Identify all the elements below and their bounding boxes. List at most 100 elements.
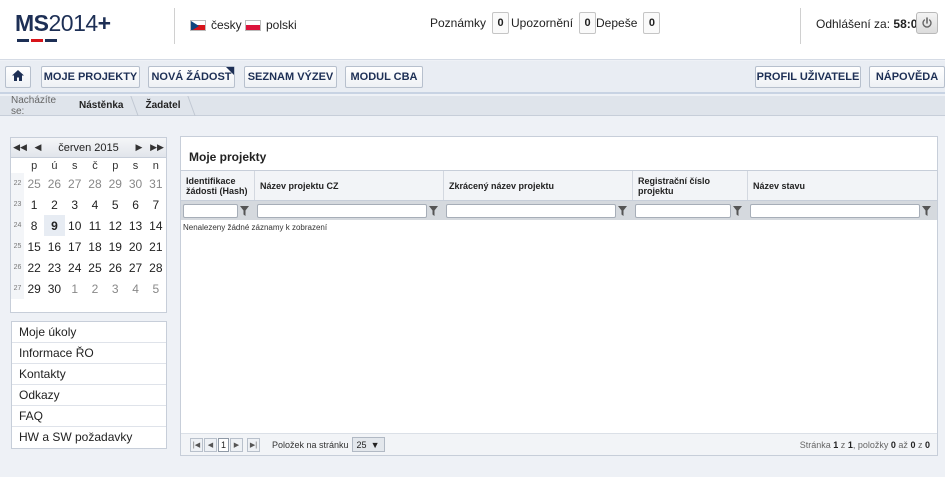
home-icon xyxy=(12,70,24,84)
column-header-project-name[interactable]: Název projektu CZ xyxy=(255,171,444,200)
menu-item-links[interactable]: Odkazy xyxy=(12,385,166,406)
calendar-day[interactable]: 31 xyxy=(146,173,166,194)
page-input[interactable]: 1 xyxy=(218,437,229,452)
calendar-week-row: 22 25 26 27 28 29 30 31 xyxy=(11,173,166,194)
calendar-day[interactable]: 12 xyxy=(105,215,125,236)
column-header-reg-number[interactable]: Registrační číslo projektu xyxy=(633,171,748,200)
logout-timer: Odhlášení za: 58:00 xyxy=(816,17,924,31)
nav-calls-list[interactable]: SEZNAM VÝZEV xyxy=(244,66,337,88)
nav-my-projects[interactable]: MOJE PROJEKTY xyxy=(41,66,140,88)
notes-counter[interactable]: Poznámky 0 xyxy=(430,12,510,34)
per-page-select[interactable]: 25 ▼ xyxy=(351,437,385,452)
calendar-day[interactable]: 15 xyxy=(24,236,44,257)
column-header-short-name[interactable]: Zkrácený název projektu xyxy=(444,171,633,200)
filter-input[interactable] xyxy=(257,203,427,218)
logo[interactable]: MS2014+ xyxy=(15,10,111,42)
filter-icon[interactable] xyxy=(920,204,933,218)
calendar-day[interactable]: 27 xyxy=(125,257,145,278)
calendar-day[interactable]: 24 xyxy=(65,257,85,278)
calendar-day[interactable]: 8 xyxy=(24,215,44,236)
filter-icon[interactable] xyxy=(731,204,744,218)
calendar-day[interactable]: 4 xyxy=(85,194,105,215)
calendar-day[interactable]: 13 xyxy=(125,215,145,236)
calendar-day[interactable]: 16 xyxy=(44,236,64,257)
breadcrumb-item-dashboard[interactable]: Nástěnka xyxy=(69,96,135,116)
menu-item-my-tasks[interactable]: Moje úkoly xyxy=(12,322,166,343)
calendar-day[interactable]: 25 xyxy=(85,257,105,278)
calendar-day[interactable]: 3 xyxy=(105,278,125,299)
last-page-icon[interactable]: ▶▶ xyxy=(148,142,166,153)
calendar-day[interactable]: 29 xyxy=(105,173,125,194)
next-month-icon[interactable]: ▶ xyxy=(130,142,148,153)
calendar-day[interactable]: 23 xyxy=(44,257,64,278)
calendar-day[interactable]: 25 xyxy=(24,173,44,194)
calendar-day[interactable]: 28 xyxy=(85,173,105,194)
menu-item-contacts[interactable]: Kontakty xyxy=(12,364,166,385)
calendar-day[interactable]: 22 xyxy=(24,257,44,278)
calendar-day[interactable]: 21 xyxy=(146,236,166,257)
calendar-day[interactable]: 2 xyxy=(85,278,105,299)
nav-user-profile[interactable]: PROFIL UŽIVATELE xyxy=(755,66,861,88)
filter-input[interactable] xyxy=(635,203,731,218)
nav-help[interactable]: NÁPOVĚDA xyxy=(869,66,945,88)
calendar-day[interactable]: 27 xyxy=(65,173,85,194)
menu-item-ro-info[interactable]: Informace ŘO xyxy=(12,343,166,364)
calendar-day[interactable]: 29 xyxy=(24,278,44,299)
panel-title: Moje projekty xyxy=(189,150,267,164)
filter-input[interactable] xyxy=(446,203,616,218)
nav-new-application[interactable]: NOVÁ ŽÁDOST xyxy=(148,66,235,88)
prev-page-icon[interactable]: ◀ xyxy=(204,437,217,452)
calendar-day[interactable]: 26 xyxy=(44,173,64,194)
calendar-day[interactable]: 28 xyxy=(146,257,166,278)
last-page-icon[interactable]: ▶| xyxy=(247,437,260,452)
calendar-day[interactable]: 5 xyxy=(105,194,125,215)
calendar-day[interactable]: 1 xyxy=(24,194,44,215)
calendar-day[interactable]: 4 xyxy=(125,278,145,299)
alerts-counter[interactable]: Upozornění 0 xyxy=(511,12,597,34)
calendar-month[interactable]: červen 2015 xyxy=(47,142,130,154)
filter-input[interactable] xyxy=(183,203,238,218)
calendar-day[interactable]: 5 xyxy=(146,278,166,299)
menu-item-hw-sw[interactable]: HW a SW požadavky xyxy=(12,427,166,448)
first-page-icon[interactable]: |◀ xyxy=(190,437,203,452)
breadcrumb-label: Nacházíte se: xyxy=(11,94,57,117)
breadcrumb-item-applicant[interactable]: Žadatel xyxy=(135,96,192,116)
calendar-day[interactable]: 26 xyxy=(105,257,125,278)
calendar-week-row: 24 8 9 10 11 12 13 14 xyxy=(11,215,166,236)
calendar-day[interactable]: 18 xyxy=(85,236,105,257)
filter-icon[interactable] xyxy=(616,204,629,218)
filter-input[interactable] xyxy=(750,203,920,218)
menu-item-faq[interactable]: FAQ xyxy=(12,406,166,427)
calendar-day[interactable]: 20 xyxy=(125,236,145,257)
column-header-status[interactable]: Název stavu xyxy=(748,171,937,200)
calendar-day[interactable]: 3 xyxy=(65,194,85,215)
column-header-hash[interactable]: Identifikace žádosti (Hash) xyxy=(181,171,255,200)
calendar-day[interactable]: 11 xyxy=(85,215,105,236)
prev-month-icon[interactable]: ◀ xyxy=(29,142,47,153)
notes-count: 0 xyxy=(492,12,510,34)
notes-label: Poznámky xyxy=(430,16,487,30)
power-icon[interactable] xyxy=(916,12,938,34)
nav-cba-module[interactable]: MODUL CBA xyxy=(345,66,423,88)
calendar-day[interactable]: 6 xyxy=(125,194,145,215)
calendar-day[interactable]: 2 xyxy=(44,194,64,215)
cz-flag-icon xyxy=(190,19,206,31)
filter-icon[interactable] xyxy=(427,204,440,218)
calendar-day[interactable]: 1 xyxy=(65,278,85,299)
next-page-icon[interactable]: ▶ xyxy=(230,437,243,452)
filter-icon[interactable] xyxy=(238,204,251,218)
calendar-day[interactable]: 10 xyxy=(65,215,85,236)
calendar-day[interactable]: 30 xyxy=(125,173,145,194)
messages-counter[interactable]: Depeše 0 xyxy=(596,12,661,34)
language-pl[interactable]: polski xyxy=(245,18,297,32)
divider xyxy=(174,8,175,44)
calendar-day[interactable]: 19 xyxy=(105,236,125,257)
home-button[interactable] xyxy=(5,66,31,88)
calendar-day[interactable]: 30 xyxy=(44,278,64,299)
calendar-day[interactable]: 17 xyxy=(65,236,85,257)
calendar-day[interactable]: 9 xyxy=(44,215,65,236)
language-cz[interactable]: česky xyxy=(190,18,242,32)
calendar-day[interactable]: 14 xyxy=(146,215,166,236)
first-page-icon[interactable]: ◀◀ xyxy=(11,142,29,153)
calendar-day[interactable]: 7 xyxy=(146,194,166,215)
